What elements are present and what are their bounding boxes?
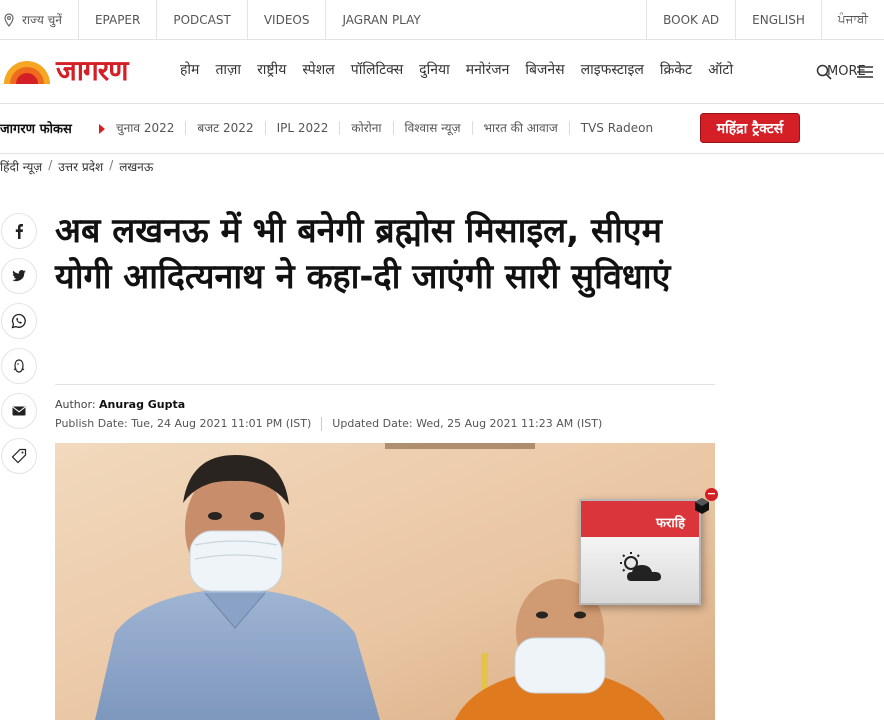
focus-item-bharat-ki-awaz[interactable]: भारत की आवाज	[473, 121, 570, 135]
videos-link[interactable]: VIDEOS	[248, 0, 327, 40]
nav-item-politics[interactable]: पॉलिटिक्स	[351, 60, 403, 79]
nav-item-world[interactable]: दुनिया	[419, 60, 450, 79]
nav-item-auto[interactable]: ऑटो	[708, 60, 733, 79]
mahindra-tractors-ad[interactable]: महिंद्रा ट्रैक्टर्स	[700, 113, 800, 143]
share-rail	[1, 213, 37, 483]
tag-icon	[11, 448, 27, 464]
publish-date: Publish Date: Tue, 24 Aug 2021 11:01 PM …	[55, 417, 312, 430]
nav-links: होम ताज़ा राष्ट्रीय स्पेशल पॉलिटिक्स दुन…	[180, 60, 733, 79]
article-headline: अब लखनऊ में भी बनेगी ब्रह्मोस मिसाइल, सी…	[55, 211, 671, 297]
focus-item-ipl[interactable]: IPL 2022	[266, 121, 341, 135]
nav-item-entertainment[interactable]: मनोरंजन	[466, 60, 510, 79]
location-pin-icon	[4, 12, 14, 27]
nav-item-business[interactable]: बिजनेस	[525, 60, 564, 79]
focus-item-election[interactable]: चुनाव 2022	[116, 121, 187, 135]
focus-title: जागरण फोकस	[0, 122, 72, 137]
breadcrumb-uttar-pradesh[interactable]: उत्तर प्रदेश	[58, 158, 103, 175]
breadcrumb-separator: /	[109, 158, 114, 172]
epaper-link[interactable]: EPAPER	[79, 0, 158, 40]
focus-items: चुनाव 2022 बजट 2022 IPL 2022 कोरोना विश्…	[116, 121, 664, 135]
whatsapp-icon	[11, 313, 26, 329]
nav-item-home[interactable]: होम	[180, 60, 199, 79]
author-label: Author:	[55, 398, 96, 411]
focus-item-corona[interactable]: कोरोना	[340, 121, 394, 135]
twitter-icon	[12, 270, 26, 282]
breadcrumb-separator: /	[48, 158, 53, 172]
article-dates: Publish Date: Tue, 24 Aug 2021 11:01 PM …	[55, 417, 602, 431]
logo-text: जागरण	[56, 54, 128, 87]
nav-item-national[interactable]: राष्ट्रीय	[257, 60, 286, 79]
english-link[interactable]: ENGLISH	[735, 0, 821, 40]
main-navigation: जागरण होम ताज़ा राष्ट्रीय स्पेशल पॉलिटिक…	[0, 40, 884, 104]
focus-item-budget[interactable]: बजट 2022	[186, 121, 266, 135]
book-ad-link[interactable]: BOOK AD	[646, 0, 735, 40]
article-author: Author: Anurag Gupta	[55, 398, 185, 411]
updated-date: Updated Date: Wed, 25 Aug 2021 11:23 AM …	[332, 417, 603, 430]
punjabi-link[interactable]: ਪੰਜਾਬੀ	[820, 0, 884, 40]
weather-city: फराहि	[581, 501, 699, 537]
share-facebook-button[interactable]	[1, 213, 37, 249]
share-email-button[interactable]	[1, 393, 37, 429]
hamburger-menu-icon[interactable]	[857, 65, 873, 79]
share-twitter-button[interactable]	[1, 258, 37, 294]
share-whatsapp-button[interactable]	[1, 303, 37, 339]
breadcrumb-lucknow[interactable]: लखनऊ	[119, 158, 153, 175]
author-name[interactable]: Anurag Gupta	[99, 398, 185, 411]
facebook-icon	[15, 224, 23, 239]
jagran-logo[interactable]: जागरण	[2, 54, 128, 87]
podcast-link[interactable]: PODCAST	[157, 0, 248, 40]
focus-item-vishvas-news[interactable]: विश्वास न्यूज़	[394, 121, 473, 135]
koo-icon	[13, 359, 25, 373]
share-koo-button[interactable]	[1, 348, 37, 384]
nav-item-lifestyle[interactable]: लाइफस्टाइल	[581, 60, 644, 79]
ad-text: महिंद्रा ट्रैक्टर्स	[716, 120, 785, 137]
state-selector-label: राज्य चुनें	[22, 13, 62, 27]
jagran-play-link[interactable]: JAGRAN PLAY	[326, 0, 436, 40]
weather-widget[interactable]: फराहि	[579, 499, 701, 605]
focus-arrow-icon	[99, 124, 105, 134]
breadcrumb: हिंदी न्यूज़ / उत्तर प्रदेश / लखनऊ	[0, 158, 153, 175]
partly-cloudy-icon	[620, 552, 661, 581]
headline-divider	[55, 384, 715, 385]
nav-item-latest[interactable]: ताज़ा	[215, 60, 241, 79]
focus-item-tvs-radeon[interactable]: TVS Radeon	[570, 121, 664, 135]
top-utility-bar: राज्य चुनें EPAPER PODCAST VIDEOS JAGRAN…	[0, 0, 884, 40]
weather-body	[581, 537, 699, 603]
breadcrumb-hindi-news[interactable]: हिंदी न्यूज़	[0, 158, 42, 175]
nav-item-special[interactable]: स्पेशल	[302, 60, 334, 79]
date-separator	[321, 417, 323, 431]
state-selector[interactable]: राज्य चुनें	[0, 0, 79, 40]
nav-item-cricket[interactable]: क्रिकेट	[660, 60, 692, 79]
share-tag-button[interactable]	[1, 438, 37, 474]
email-icon	[12, 406, 26, 416]
sun-logo-icon	[4, 61, 50, 84]
widget-close-button[interactable]: −	[705, 488, 718, 501]
